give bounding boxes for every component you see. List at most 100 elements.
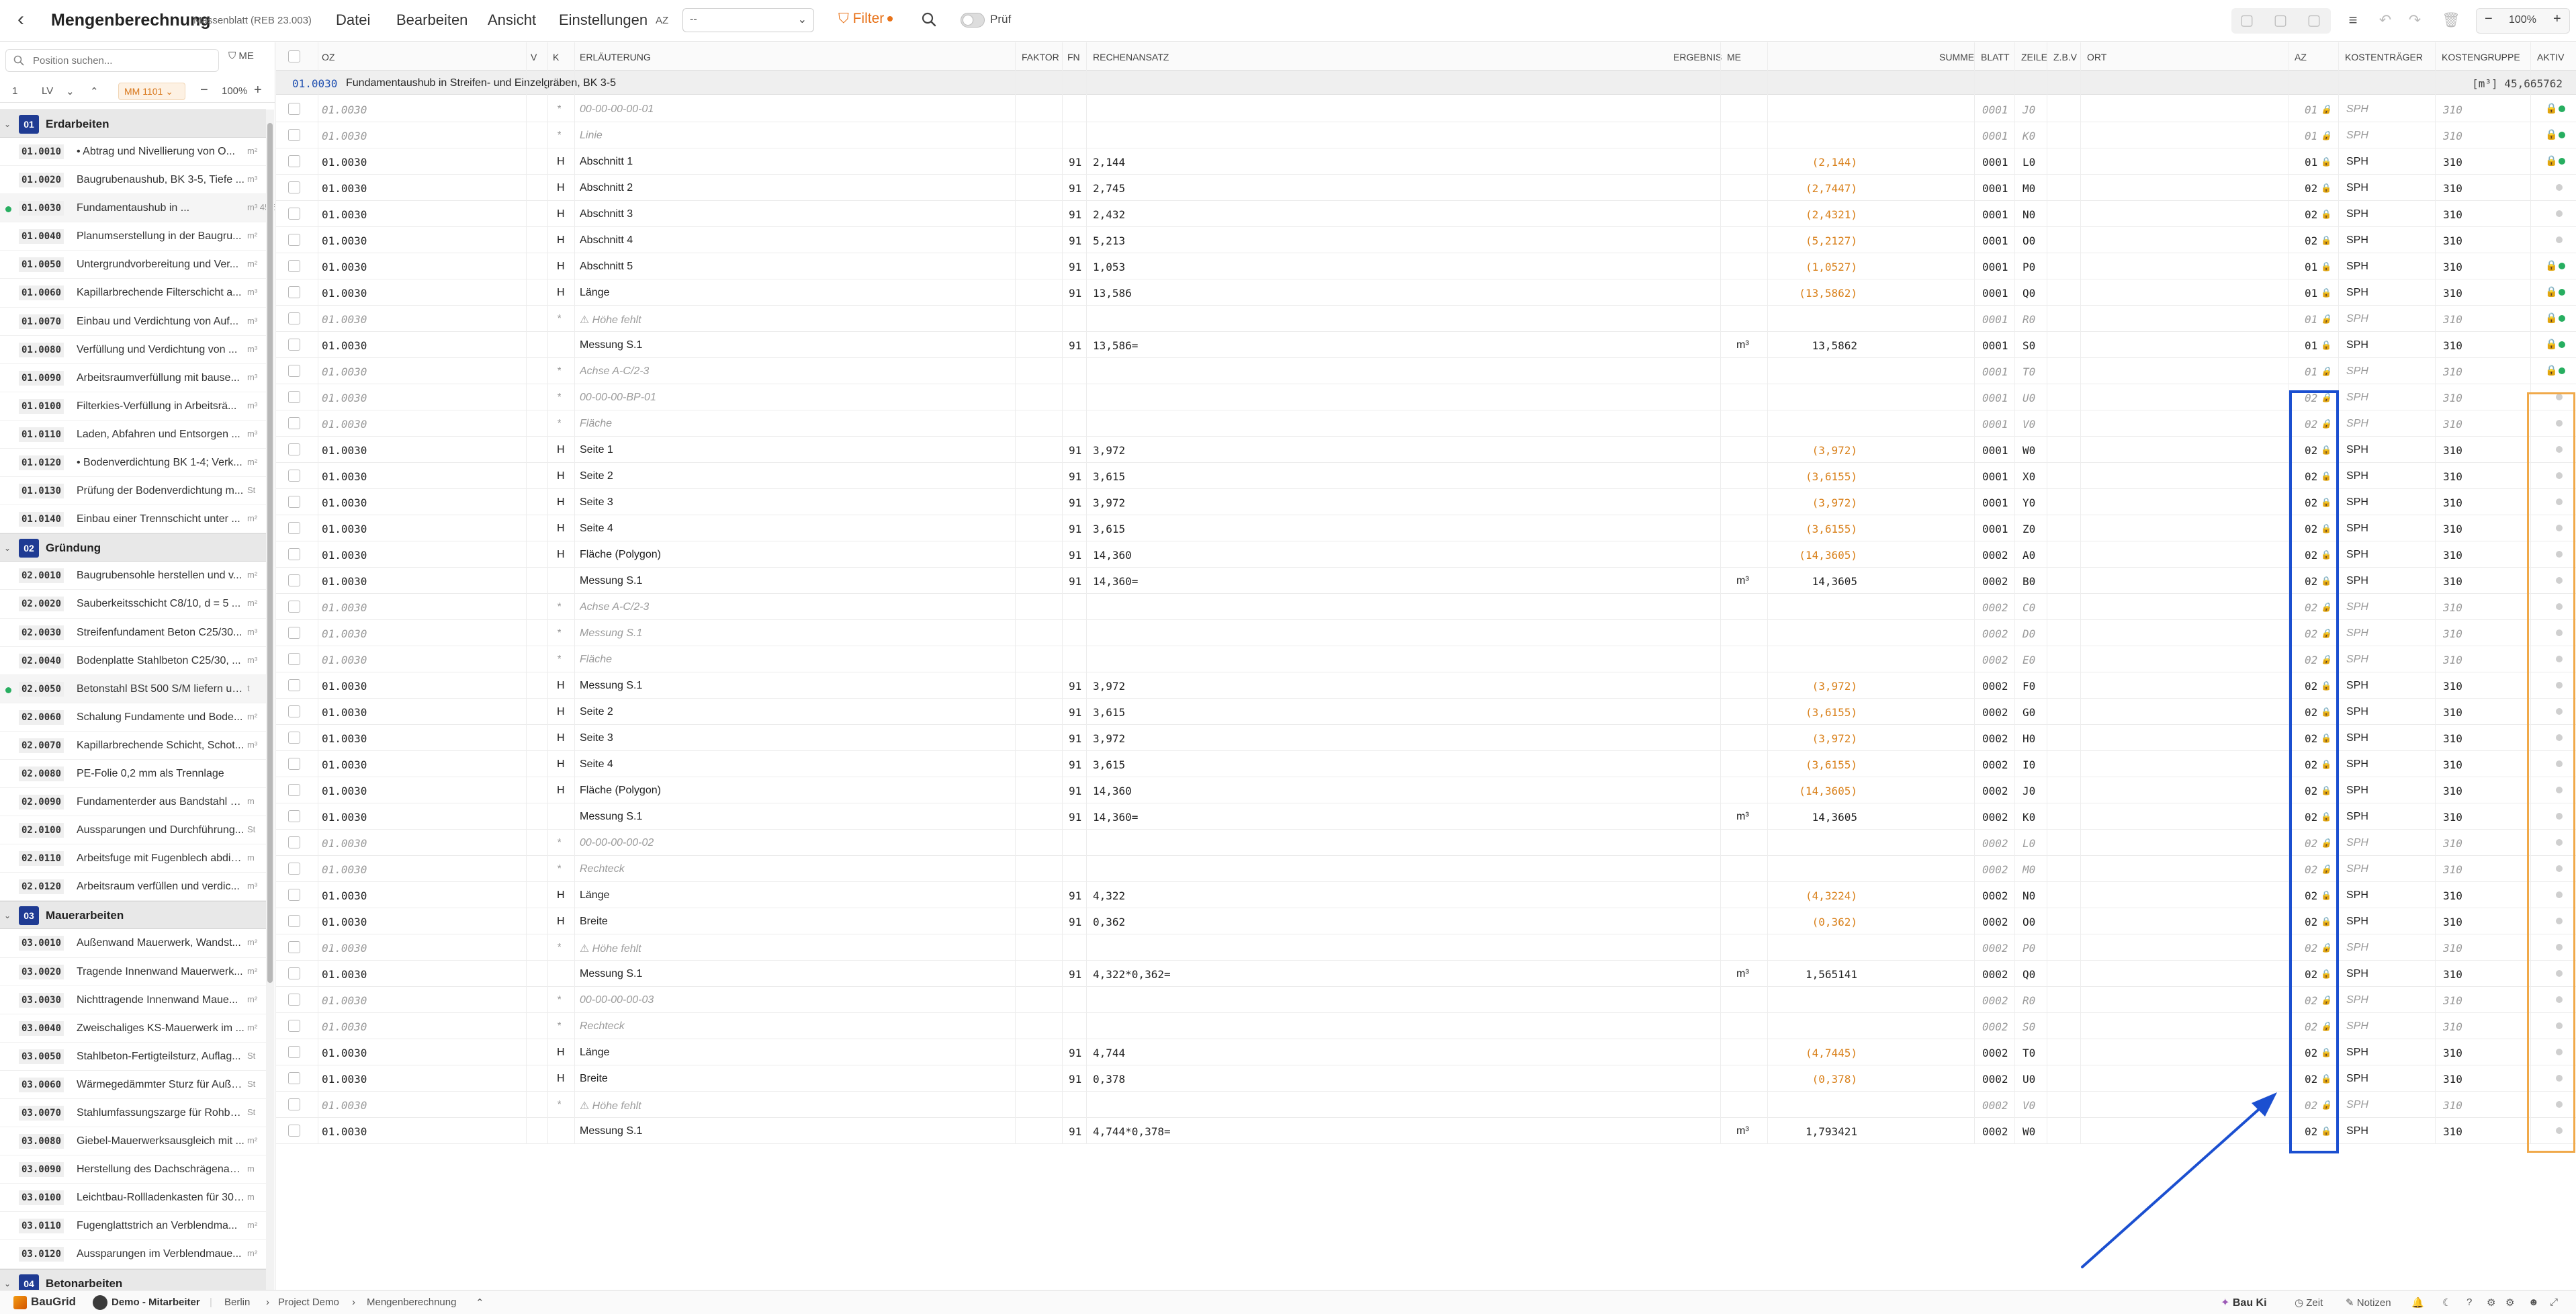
row-description[interactable]: Abschnitt 4 <box>580 234 633 247</box>
row-checkbox[interactable] <box>288 784 300 796</box>
row-oz[interactable]: 01.0030 <box>322 1047 367 1059</box>
chevron-down-icon[interactable]: ⌄ <box>4 543 11 553</box>
tree-item[interactable]: 03.0040 Zweischaliges KS-Mauerwerk im ...… <box>0 1014 266 1043</box>
row-kostengruppe[interactable]: 310 <box>2443 313 2462 326</box>
row-description[interactable]: Messung S.1 <box>580 968 642 980</box>
row-description[interactable]: Messung S.1 <box>580 1125 642 1137</box>
row-kostentraeger[interactable]: SPH <box>2346 496 2368 509</box>
row-az[interactable]: 01 <box>2305 339 2317 352</box>
row-description[interactable]: Abschnitt 2 <box>580 182 633 194</box>
col-v[interactable]: V <box>531 52 537 62</box>
row-kostentraeger[interactable]: SPH <box>2346 863 2368 875</box>
level-selector[interactable]: 1 <box>12 85 17 97</box>
row-oz[interactable]: 01.0030 <box>322 234 367 247</box>
row-blatt[interactable]: 0001 <box>1982 496 2008 509</box>
chevron-down-icon[interactable]: ⌄ <box>4 120 11 129</box>
tree-item[interactable]: 01.0030Fundamentaushub in ...m³ 45,66576… <box>0 194 275 223</box>
row-oz[interactable]: 01.0030 <box>322 601 367 614</box>
row-oz[interactable]: 01.0030 <box>322 1073 367 1086</box>
row-oz[interactable]: 01.0030 <box>322 994 367 1007</box>
row-fn[interactable]: 91 <box>1069 732 1081 745</box>
col-kostengruppe[interactable]: Kostengruppe <box>2442 52 2520 62</box>
row-blatt[interactable]: 0001 <box>1982 313 2008 326</box>
tree-item[interactable]: 01.0120 • Bodenverdichtung BK 1-4; Verk..… <box>0 449 266 478</box>
row-blatt[interactable]: 0002 <box>1982 916 2008 928</box>
tree-item[interactable]: 01.0140 Einbau einer Trennschicht unter .… <box>0 505 266 534</box>
row-kostengruppe[interactable]: 310 <box>2443 1073 2462 1086</box>
zoom-in-icon[interactable]: + <box>2553 11 2561 27</box>
tree-item[interactable]: 02.0100 Aussparungen und Durchführung... S… <box>0 816 266 845</box>
zoom-out-icon[interactable]: − <box>200 83 208 98</box>
table-row[interactable]: 01.0030 H Breite 91 0,362 0002 O0 SPH 310 (0,362)… <box>276 908 2576 934</box>
search-icon[interactable] <box>919 9 939 30</box>
row-kostengruppe[interactable]: 310 <box>2443 418 2462 431</box>
row-checkbox[interactable] <box>288 810 300 822</box>
row-zeile[interactable]: Z0 <box>2023 523 2035 535</box>
row-kostentraeger[interactable]: SPH <box>2346 365 2368 378</box>
row-kostentraeger[interactable]: SPH <box>2346 758 2368 771</box>
row-k[interactable]: H <box>557 706 565 718</box>
row-description[interactable]: Abschnitt 3 <box>580 208 633 220</box>
tree-item[interactable]: 02.0030 Streifenfundament Beton C25/30...… <box>0 619 266 647</box>
row-checkbox[interactable] <box>288 994 300 1006</box>
row-checkbox[interactable] <box>288 1098 300 1110</box>
me-filter-button[interactable]: ⛉ ME <box>228 50 254 62</box>
row-kostengruppe[interactable]: 310 <box>2443 575 2462 588</box>
row-kostentraeger[interactable]: SPH <box>2346 575 2368 587</box>
row-oz[interactable]: 01.0030 <box>322 575 367 588</box>
row-description[interactable]: Abschnitt 1 <box>580 156 633 168</box>
row-az[interactable]: 01 <box>2305 130 2317 142</box>
position-search-input[interactable] <box>33 54 214 67</box>
row-checkbox[interactable] <box>288 1046 300 1058</box>
row-kostengruppe[interactable]: 310 <box>2443 732 2462 745</box>
row-fn[interactable]: 91 <box>1069 523 1081 535</box>
tree-item[interactable]: 02.0020 Sauberkeitsschicht C8/10, d = 5 .… <box>0 590 266 619</box>
menu-datei[interactable]: Datei <box>336 11 370 29</box>
col-zbv[interactable]: Z.B.V <box>2053 52 2077 62</box>
row-fn[interactable]: 91 <box>1069 234 1081 247</box>
table-row[interactable]: 01.0030 * 00-00-00-BP-01 0001 U0 SPH 310 02 🔒 <box>276 384 2576 410</box>
row-kostengruppe[interactable]: 310 <box>2443 889 2462 902</box>
row-oz[interactable]: 01.0030 <box>322 156 367 169</box>
row-blatt[interactable]: 0001 <box>1982 182 2008 195</box>
row-description[interactable]: ⚠ Höhe fehlt <box>580 942 641 955</box>
row-blatt[interactable]: 0001 <box>1982 418 2008 431</box>
row-kostentraeger[interactable]: SPH <box>2346 418 2368 430</box>
row-calc[interactable]: 14,360 <box>1093 549 1132 562</box>
table-row[interactable]: 01.0030 * ⚠ Höhe fehlt 0002 P0 SPH 310 02 🔒 <box>276 934 2576 961</box>
col-oz[interactable]: OZ <box>322 52 335 62</box>
row-checkbox[interactable] <box>288 496 300 508</box>
row-calc[interactable]: 14,360= <box>1093 575 1138 588</box>
row-k[interactable]: * <box>557 863 561 875</box>
table-row[interactable]: 01.0030 * Linie 0001 K0 SPH 310 01 🔒 🔒 <box>276 122 2576 148</box>
row-zeile[interactable]: I0 <box>2023 758 2035 771</box>
row-calc[interactable]: 0,362 <box>1093 916 1125 928</box>
row-calc[interactable]: 3,972 <box>1093 444 1125 457</box>
row-kostentraeger[interactable]: SPH <box>2346 392 2368 404</box>
help-icon[interactable]: ? <box>2467 1297 2472 1308</box>
row-zeile[interactable]: J0 <box>2023 785 2035 797</box>
row-az[interactable]: 02 <box>2305 208 2317 221</box>
row-calc[interactable]: 2,144 <box>1093 156 1125 169</box>
col-ort[interactable]: Ort <box>2087 52 2106 62</box>
row-kostentraeger[interactable]: SPH <box>2346 732 2368 744</box>
tree-item[interactable]: 01.0010 • Abtrag und Nivellierung von O..… <box>0 138 266 167</box>
breadcrumb-berlin[interactable]: Berlin <box>224 1297 250 1308</box>
tree-item[interactable]: 03.0100 Leichtbau-Rollladenkasten für 30 … <box>0 1184 266 1213</box>
row-k[interactable]: * <box>557 418 561 430</box>
row-blatt[interactable]: 0001 <box>1982 130 2008 142</box>
row-checkbox[interactable] <box>288 836 300 848</box>
row-oz[interactable]: 01.0030 <box>322 1125 367 1138</box>
row-description[interactable]: Messung S.1 <box>580 575 642 587</box>
row-checkbox[interactable] <box>288 129 300 141</box>
row-kostengruppe[interactable]: 310 <box>2443 523 2462 535</box>
row-description[interactable]: Fläche (Polygon) <box>580 549 661 561</box>
row-blatt[interactable]: 0002 <box>1982 654 2008 666</box>
active-status-dot[interactable] <box>2559 341 2565 348</box>
row-k[interactable]: H <box>557 1047 565 1059</box>
active-status-dot[interactable] <box>2556 236 2563 243</box>
row-k[interactable]: H <box>557 234 565 247</box>
row-blatt[interactable]: 0002 <box>1982 575 2008 588</box>
row-k[interactable]: H <box>557 156 565 168</box>
row-blatt[interactable]: 0001 <box>1982 470 2008 483</box>
